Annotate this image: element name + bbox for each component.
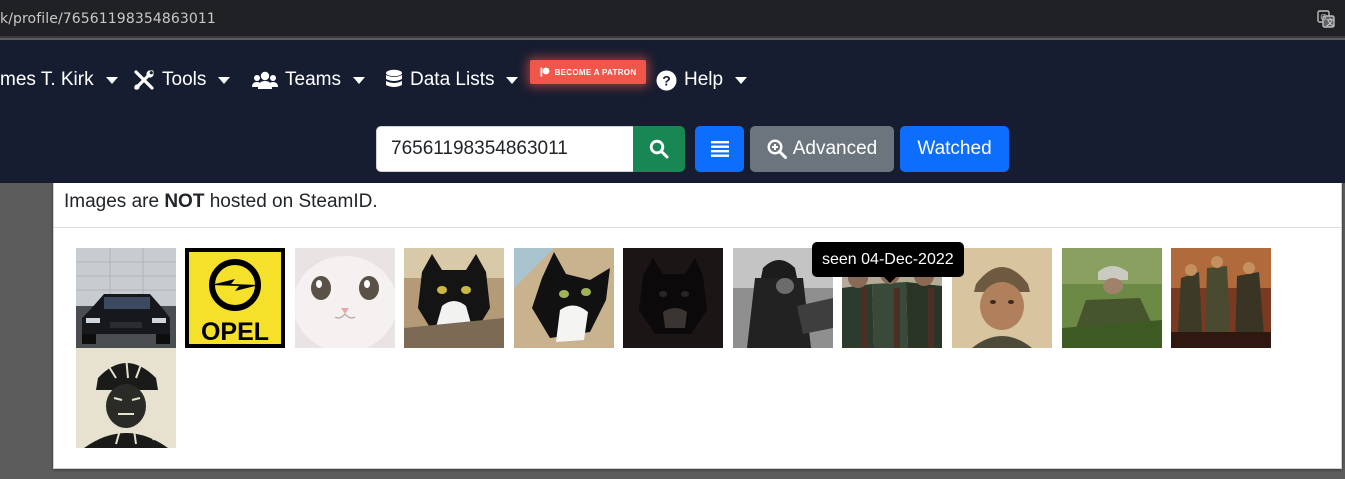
svg-text:文: 文 [1326,17,1334,27]
avatar-thumbnail-dark-cat[interactable] [623,248,723,348]
card-divider [54,227,1341,228]
tooltip: seen 04-Dec-2022 [812,242,964,283]
avatar-thumbnail-woodcut[interactable] [76,348,176,448]
tools-menu[interactable]: Tools [133,66,231,94]
patreon-icon [540,67,549,77]
site-navbar: mes T. Kirk Tools Teams Data Lists BECOM… [0,40,1345,183]
watched-button[interactable]: Watched [900,126,1009,172]
opel-text: OPEL [201,318,269,346]
notice-text-suffix: hosted on SteamID. [204,191,378,212]
database-icon [386,69,402,87]
avatar-thumbnail-soldier-grass[interactable] [1062,248,1162,348]
datalists-menu-label: Data Lists [410,69,495,90]
advanced-label: Advanced [792,138,878,159]
list-icon [710,141,729,157]
search-icon [649,139,669,159]
avatar-thumbnail-portrait[interactable] [952,248,1052,348]
chevron-down-icon [218,76,231,84]
search-button[interactable] [633,126,685,172]
list-view-button[interactable] [695,126,744,172]
avatar-thumbnail-tuxedo-cat[interactable] [404,248,504,348]
url-text[interactable]: k/profile/76561198354863011 [0,11,216,27]
opel-logo-icon: OPEL [185,248,285,348]
zoom-in-icon [767,139,787,159]
user-menu-label: mes T. Kirk [0,69,94,90]
browser-address-bar: k/profile/76561198354863011 G 文 [0,0,1345,38]
search-input[interactable] [376,126,634,172]
help-menu-label: Help [684,69,724,90]
chevron-down-icon [735,76,748,84]
avatar-thumbnail-car[interactable] [76,248,176,348]
chevron-down-icon [105,76,118,84]
avatar-thumbnail-white-kitten[interactable] [295,248,395,348]
tools-icon [134,70,154,90]
help-menu[interactable]: ? Help [656,66,748,94]
avatar-thumbnail-opel[interactable]: OPEL [185,248,285,348]
translate-icon[interactable]: G 文 [1317,10,1335,28]
datalists-menu[interactable]: Data Lists [385,66,519,94]
tools-menu-label: Tools [162,69,207,90]
hosting-notice: Images are NOT hosted on SteamID. [64,191,378,213]
advanced-search-button[interactable]: Advanced [750,126,894,172]
become-patron-button[interactable]: BECOME A PATRON [530,60,646,84]
avatar-thumbnail-tuxedo-cat[interactable] [514,248,614,348]
chevron-down-icon [506,76,519,84]
users-icon [252,71,278,89]
chevron-down-icon [352,76,365,84]
notice-text-bold: NOT [164,191,205,212]
question-circle-icon: ? [656,70,677,90]
tooltip-text: seen 04-Dec-2022 [822,250,954,268]
become-patron-label: BECOME A PATRON [554,67,637,77]
notice-text-prefix: Images are [64,191,165,212]
teams-menu[interactable]: Teams [252,66,365,94]
watched-label: Watched [917,138,992,159]
svg-text:?: ? [662,72,671,88]
user-menu[interactable]: mes T. Kirk [0,66,118,94]
avatar-thumbnail-painting[interactable] [1171,248,1271,348]
teams-menu-label: Teams [285,69,341,90]
